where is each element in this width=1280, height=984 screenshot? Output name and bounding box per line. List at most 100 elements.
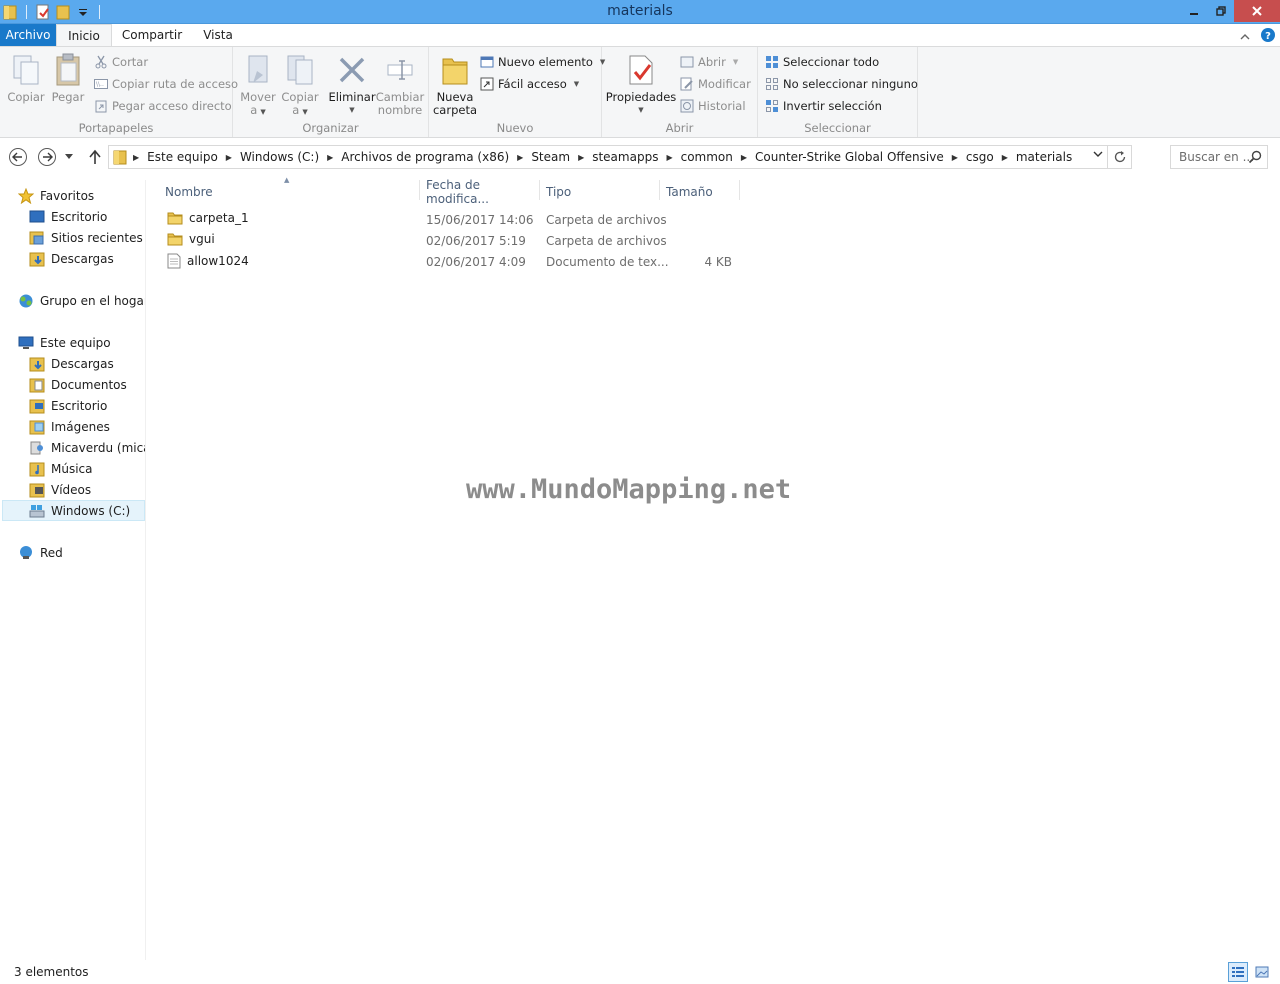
collapse-ribbon-chevron-up-icon[interactable] — [1240, 30, 1250, 44]
nav-fav-recent[interactable]: Sitios recientes — [29, 227, 143, 248]
navigation-bar: ▶ Este equipo ▶ Windows (C:) ▶ Archivos de p… — [0, 145, 1280, 169]
nav-network[interactable]: Red — [18, 542, 63, 563]
minimize-button[interactable] — [1180, 0, 1207, 22]
organize-group: Mover a ▼ Copiar a ▼ Eliminar ▼ Cambiar no… — [233, 47, 429, 137]
back-button[interactable] — [8, 147, 28, 167]
address-history-chevron-down-icon[interactable] — [1093, 150, 1103, 161]
breadcrumb-item[interactable]: Este equipo — [145, 150, 220, 164]
tab-view[interactable]: Vista — [195, 24, 241, 47]
new-folder-button[interactable]: Nueva carpeta — [433, 51, 477, 117]
history-icon — [680, 99, 694, 113]
breadcrumb-item[interactable]: steamapps — [590, 150, 660, 164]
paste-shortcut-button[interactable]: Pegar acceso directo — [94, 96, 232, 116]
nav-pc-pictures[interactable]: Imágenes — [29, 416, 110, 437]
invert-selection-button[interactable]: Invertir selección — [765, 96, 882, 116]
column-header-date[interactable]: Fecha de modifica... — [420, 178, 538, 206]
restore-button[interactable] — [1207, 0, 1234, 22]
breadcrumb-item[interactable]: common — [679, 150, 735, 164]
new-item-button[interactable]: Nuevo elemento ▼ — [480, 52, 605, 72]
details-view-button[interactable] — [1228, 962, 1248, 982]
breadcrumb-separator-chevron-right-icon[interactable]: ▶ — [511, 153, 529, 162]
file-row[interactable]: allow1024 02/06/2017 4:09 Documento de tex… — [159, 252, 739, 273]
breadcrumb-separator-chevron-right-icon[interactable]: ▶ — [321, 153, 339, 162]
nav-favorites[interactable]: Favoritos — [18, 185, 94, 206]
user-folder-icon — [29, 440, 45, 456]
file-row[interactable]: vgui 02/06/2017 5:19 Carpeta de archivos — [159, 231, 739, 252]
select-group: Seleccionar todo No seleccionar ninguno … — [758, 47, 918, 137]
file-name-cell[interactable]: vgui — [167, 232, 215, 246]
large-icons-view-button[interactable] — [1252, 962, 1272, 982]
folder-icon — [167, 232, 183, 246]
breadcrumb-separator-chevron-right-icon[interactable]: ▶ — [660, 153, 678, 162]
move-to-button[interactable]: Mover a ▼ — [239, 51, 277, 119]
documents-folder-icon — [29, 377, 45, 393]
new-item-icon — [480, 55, 494, 69]
nav-pc-drive-c[interactable]: Windows (C:) — [2, 500, 145, 521]
breadcrumb-separator-chevron-right-icon[interactable]: ▶ — [946, 153, 964, 162]
nav-fav-downloads[interactable]: Descargas — [29, 248, 114, 269]
edit-button[interactable]: Modificar — [680, 74, 751, 94]
close-button[interactable] — [1234, 0, 1280, 22]
nav-this-pc[interactable]: Este equipo — [18, 332, 111, 353]
column-header-name[interactable]: Nombre — [159, 180, 419, 204]
breadcrumb-separator-chevron-right-icon[interactable]: ▶ — [735, 153, 753, 162]
move-to-icon — [240, 51, 276, 89]
desktop-folder-icon — [29, 398, 45, 414]
address-bar[interactable]: ▶ Este equipo ▶ Windows (C:) ▶ Archivos de p… — [108, 145, 1132, 169]
history-button[interactable]: Historial — [680, 96, 746, 116]
folder-icon — [167, 211, 183, 225]
nav-pc-user[interactable]: Micaverdu (micae — [29, 437, 145, 458]
breadcrumb-separator-chevron-right-icon[interactable]: ▶ — [996, 153, 1014, 162]
tab-file[interactable]: Archivo — [0, 24, 56, 47]
breadcrumb-item[interactable]: csgo — [964, 150, 996, 164]
tab-share[interactable]: Compartir — [114, 24, 190, 47]
nav-fav-desktop[interactable]: Escritorio — [29, 206, 107, 227]
copy-path-button[interactable]: \\.. Copiar ruta de acceso — [94, 74, 238, 94]
column-header-size[interactable]: Tamaño — [660, 180, 738, 204]
nav-pc-downloads[interactable]: Descargas — [29, 353, 114, 374]
copy-to-button[interactable]: Copiar a ▼ — [281, 51, 319, 119]
delete-button[interactable]: Eliminar ▼ — [328, 51, 376, 117]
file-name-cell[interactable]: carpeta_1 — [167, 211, 249, 225]
help-icon[interactable]: ? — [1260, 27, 1276, 46]
select-none-button[interactable]: No seleccionar ninguno — [765, 74, 918, 94]
open-group-label: Abrir — [665, 121, 694, 135]
column-header-type[interactable]: Tipo — [540, 180, 658, 204]
up-button[interactable] — [85, 147, 105, 167]
tab-home[interactable]: Inicio — [56, 24, 112, 48]
refresh-button[interactable] — [1107, 146, 1131, 168]
file-date-cell: 15/06/2017 14:06 — [426, 213, 534, 227]
nav-pc-documents[interactable]: Documentos — [29, 374, 127, 395]
nav-pc-videos[interactable]: Vídeos — [29, 479, 91, 500]
breadcrumb-item[interactable]: materials — [1014, 150, 1074, 164]
pictures-folder-icon — [29, 419, 45, 435]
rename-button[interactable]: Cambiar nombre — [376, 51, 424, 117]
forward-button[interactable] — [37, 147, 57, 167]
navigation-pane: Favoritos Escritorio Sitios recientes De… — [0, 180, 146, 960]
nav-pc-music[interactable]: Música — [29, 458, 93, 479]
file-date-cell: 02/06/2017 5:19 — [426, 234, 526, 248]
recent-locations-chevron-down-icon[interactable] — [62, 147, 76, 167]
status-bar: 3 elementos — [0, 962, 1280, 984]
search-icon[interactable] — [1248, 150, 1262, 167]
breadcrumb-separator-chevron-right-icon[interactable]: ▶ — [220, 153, 238, 162]
paste-button[interactable]: Pegar — [50, 51, 86, 104]
nav-homegroup[interactable]: Grupo en el hogar — [18, 290, 145, 311]
item-count: 3 elementos — [14, 965, 89, 979]
breadcrumb-item[interactable]: Archivos de programa (x86) — [339, 150, 511, 164]
cut-button[interactable]: Cortar — [94, 52, 148, 72]
open-button[interactable]: Abrir ▼ — [680, 52, 738, 72]
breadcrumb-item[interactable]: Counter-Strike Global Offensive — [753, 150, 946, 164]
easy-access-button[interactable]: Fácil acceso ▼ — [480, 74, 579, 94]
breadcrumb-separator-chevron-right-icon[interactable]: ▶ — [572, 153, 590, 162]
file-name-cell[interactable]: allow1024 — [167, 253, 249, 269]
breadcrumb-item[interactable]: Steam — [529, 150, 572, 164]
search-box[interactable]: Buscar en ... — [1170, 145, 1268, 169]
breadcrumb-item[interactable]: Windows (C:) — [238, 150, 321, 164]
file-row[interactable]: carpeta_1 15/06/2017 14:06 Carpeta de arch… — [159, 210, 739, 231]
select-all-button[interactable]: Seleccionar todo — [765, 52, 879, 72]
scissors-icon — [94, 55, 108, 69]
copy-button[interactable]: Copiar — [7, 51, 45, 104]
properties-button[interactable]: Propiedades ▼ — [606, 51, 676, 117]
nav-pc-desktop[interactable]: Escritorio — [29, 395, 107, 416]
